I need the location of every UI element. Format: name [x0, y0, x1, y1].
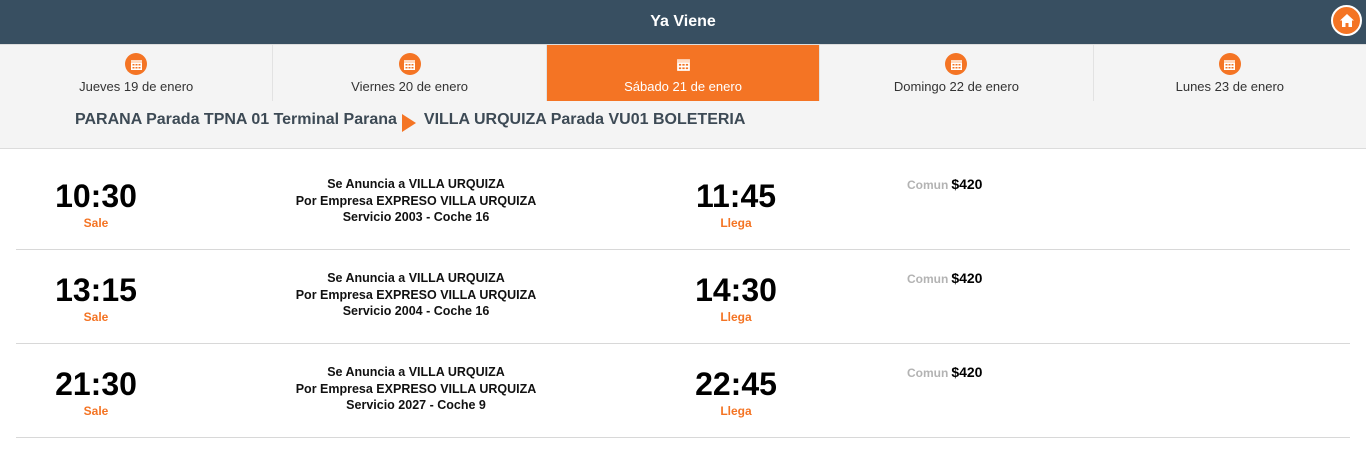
departure-label: Sale	[83, 216, 109, 230]
departure: 13:15 Sale	[36, 272, 156, 324]
arrival-label: Llega	[720, 404, 752, 418]
departure: 21:30 Sale	[36, 366, 156, 418]
fare[interactable]: Comun $420	[907, 176, 982, 194]
route-destination: VILLA URQUIZA Parada VU01 BOLETERIA	[423, 111, 746, 128]
arrival: 22:45 Llega	[676, 366, 796, 418]
departure: 10:30 Sale	[36, 178, 156, 230]
trip-service: Servicio 2003 - Coche 16	[342, 210, 490, 224]
date-selector: Jueves 19 de enero Viernes 20 de enero S…	[0, 44, 1366, 101]
trip-service: Servicio 2004 - Coche 16	[342, 304, 490, 318]
fare-type: Comun	[907, 366, 949, 380]
calendar-icon	[398, 53, 421, 75]
departure-label: Sale	[83, 404, 109, 418]
day-tab-label: Domingo 22 de enero	[893, 79, 1019, 94]
day-tab-1[interactable]: Viernes 20 de enero	[273, 45, 547, 101]
route-origin: PARANA Parada TPNA 01 Terminal Parana	[75, 111, 397, 128]
calendar-icon	[1218, 53, 1241, 75]
fare[interactable]: Comun $420	[907, 364, 982, 382]
calendar-icon	[125, 53, 148, 75]
trip-info: Se Anuncia a VILLA URQUIZA Por Empresa E…	[266, 270, 566, 320]
arrow-right-icon	[401, 114, 416, 132]
day-tab-label: Jueves 19 de enero	[79, 79, 194, 94]
fare-price: $420	[951, 364, 983, 380]
trip-announce: Se Anuncia a VILLA URQUIZA	[327, 365, 505, 379]
trip-row[interactable]: 21:30 Sale Se Anuncia a VILLA URQUIZA Po…	[16, 344, 1350, 438]
trip-list: 10:30 Sale Se Anuncia a VILLA URQUIZA Po…	[16, 156, 1350, 438]
home-icon	[1339, 14, 1354, 27]
trip-row[interactable]: 13:15 Sale Se Anuncia a VILLA URQUIZA Po…	[16, 250, 1350, 344]
calendar-icon	[945, 53, 968, 75]
departure-time: 13:15	[55, 272, 137, 308]
trip-company: Por Empresa EXPRESO VILLA URQUIZA	[295, 287, 537, 302]
trip-announce: Se Anuncia a VILLA URQUIZA	[327, 271, 505, 285]
departure-time: 21:30	[55, 366, 137, 402]
trip-row[interactable]: 10:30 Sale Se Anuncia a VILLA URQUIZA Po…	[16, 156, 1350, 250]
fare-type: Comun	[907, 272, 949, 286]
day-tab-0[interactable]: Jueves 19 de enero	[0, 45, 274, 101]
day-tab-label: Sábado 21 de enero	[624, 79, 742, 94]
app-header: Ya Viene	[0, 0, 1366, 44]
arrival-time: 11:45	[695, 178, 777, 214]
trip-info: Se Anuncia a VILLA URQUIZA Por Empresa E…	[266, 176, 566, 226]
calendar-icon	[672, 53, 694, 75]
arrival-time: 14:30	[695, 272, 777, 308]
arrival: 14:30 Llega	[676, 272, 796, 324]
day-tab-label: Viernes 20 de enero	[351, 79, 469, 94]
day-tab-2[interactable]: Sábado 21 de enero	[546, 45, 821, 101]
departure-time: 10:30	[55, 178, 137, 214]
fare-type: Comun	[907, 178, 949, 192]
trip-service: Servicio 2027 - Coche 9	[346, 398, 486, 412]
departure-label: Sale	[83, 310, 109, 324]
arrival-time: 22:45	[695, 366, 777, 402]
trip-company: Por Empresa EXPRESO VILLA URQUIZA	[295, 381, 537, 396]
day-tab-label: Lunes 23 de enero	[1175, 79, 1285, 94]
fare-price: $420	[951, 270, 983, 286]
trip-announce: Se Anuncia a VILLA URQUIZA	[327, 177, 505, 191]
trip-company: Por Empresa EXPRESO VILLA URQUIZA	[295, 193, 537, 208]
trip-info: Se Anuncia a VILLA URQUIZA Por Empresa E…	[266, 364, 566, 414]
fare-price: $420	[951, 176, 983, 192]
arrival: 11:45 Llega	[676, 178, 796, 230]
app-title: Ya Viene	[650, 13, 716, 30]
fare[interactable]: Comun $420	[907, 270, 982, 288]
arrival-label: Llega	[720, 310, 752, 324]
day-tab-3[interactable]: Domingo 22 de enero	[820, 45, 1094, 101]
home-button[interactable]	[1331, 5, 1362, 36]
day-tab-4[interactable]: Lunes 23 de enero	[1094, 45, 1366, 101]
route-header: PARANA Parada TPNA 01 Terminal Parana VI…	[0, 101, 1366, 149]
arrival-label: Llega	[720, 216, 752, 230]
